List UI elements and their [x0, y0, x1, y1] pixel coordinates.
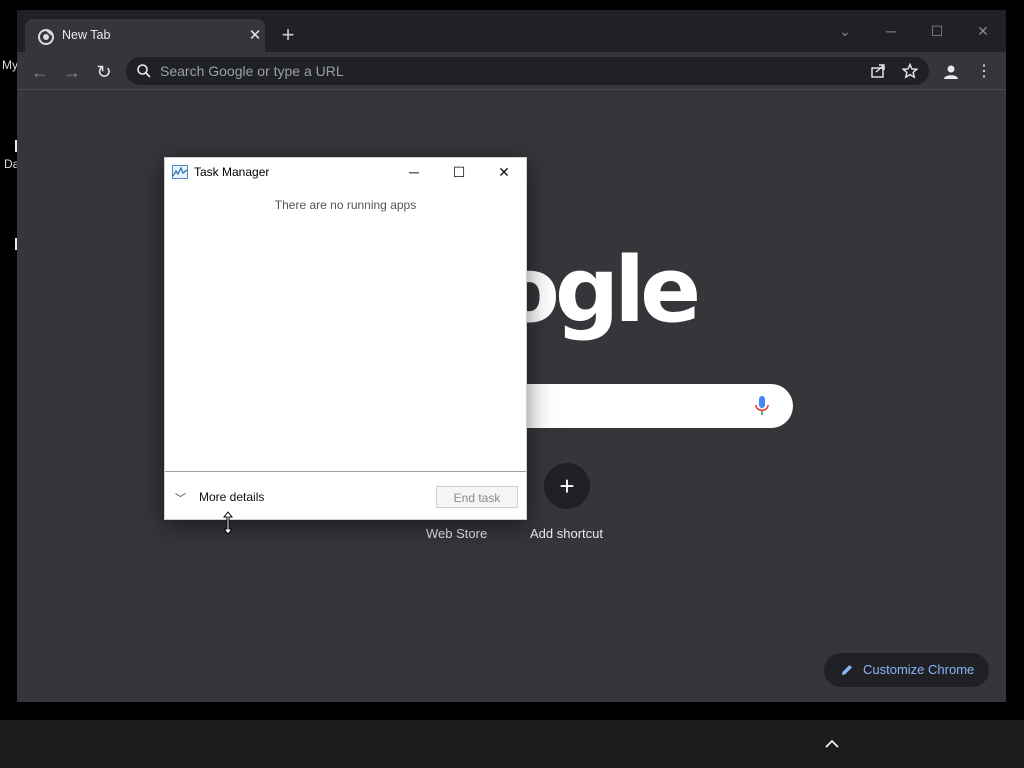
new-tab-button[interactable]: +: [276, 24, 300, 48]
bookmark-star-icon[interactable]: [902, 63, 918, 79]
close-button[interactable]: ✕: [960, 16, 1006, 46]
customize-chrome-label: Customize Chrome: [863, 662, 975, 677]
tab-title: New Tab: [62, 28, 111, 42]
no-apps-message: There are no running apps: [274, 198, 417, 212]
browser-toolbar: ← → ↻ Search Google or type a URL ⋮: [17, 52, 1006, 90]
microphone-icon[interactable]: [754, 395, 770, 417]
share-icon[interactable]: [870, 63, 886, 79]
tm-maximize-button[interactable]: ☐: [436, 158, 482, 186]
chevron-down-icon[interactable]: ﹀: [175, 490, 186, 506]
shortcut-web-store[interactable]: Web Store: [426, 526, 487, 541]
task-manager-icon: [172, 165, 188, 179]
tab-new-tab[interactable]: New Tab ✕: [25, 19, 265, 53]
tab-close-icon[interactable]: ✕: [243, 24, 267, 48]
chevron-up-icon[interactable]: [820, 733, 844, 755]
profile-avatar-icon[interactable]: [942, 63, 960, 81]
address-bar-placeholder: Search Google or type a URL: [160, 63, 344, 79]
chrome-logo-icon: [38, 29, 54, 45]
forward-button[interactable]: →: [58, 58, 86, 86]
minimize-button[interactable]: ─: [868, 16, 914, 46]
reload-button[interactable]: ↻: [90, 58, 118, 86]
back-button[interactable]: ←: [26, 58, 54, 86]
desktop-icon-label: My: [2, 58, 18, 72]
tm-close-button[interactable]: ✕: [481, 158, 527, 186]
address-bar[interactable]: Search Google or type a URL: [126, 57, 929, 85]
task-manager-window: Task Manager ─ ☐ ✕ There are no running …: [164, 157, 527, 520]
toolbar-divider: [17, 89, 1006, 90]
more-details-button[interactable]: More details: [199, 490, 264, 504]
add-shortcut-icon[interactable]: +: [544, 463, 590, 509]
tab-strip: New Tab ✕ + ⌄ ─ ☐ ✕: [17, 10, 1006, 53]
pencil-icon: [842, 665, 852, 675]
chrome-menu-icon[interactable]: ⋮: [970, 58, 998, 86]
taskbar: [0, 720, 1024, 768]
shortcut-add-label[interactable]: Add shortcut: [530, 526, 603, 541]
resize-cursor-icon: [222, 511, 234, 535]
task-manager-title: Task Manager: [194, 165, 270, 179]
footer-divider: [165, 471, 526, 472]
customize-chrome-button[interactable]: Customize Chrome: [824, 653, 989, 687]
maximize-button[interactable]: ☐: [914, 16, 960, 46]
ntp-search-box[interactable]: [517, 384, 793, 428]
search-icon: [137, 64, 151, 78]
tab-search-chevron-icon[interactable]: ⌄: [822, 16, 868, 46]
google-logo: ogle: [498, 238, 701, 343]
end-task-button[interactable]: End task: [436, 486, 518, 508]
tm-minimize-button[interactable]: ─: [391, 158, 437, 186]
